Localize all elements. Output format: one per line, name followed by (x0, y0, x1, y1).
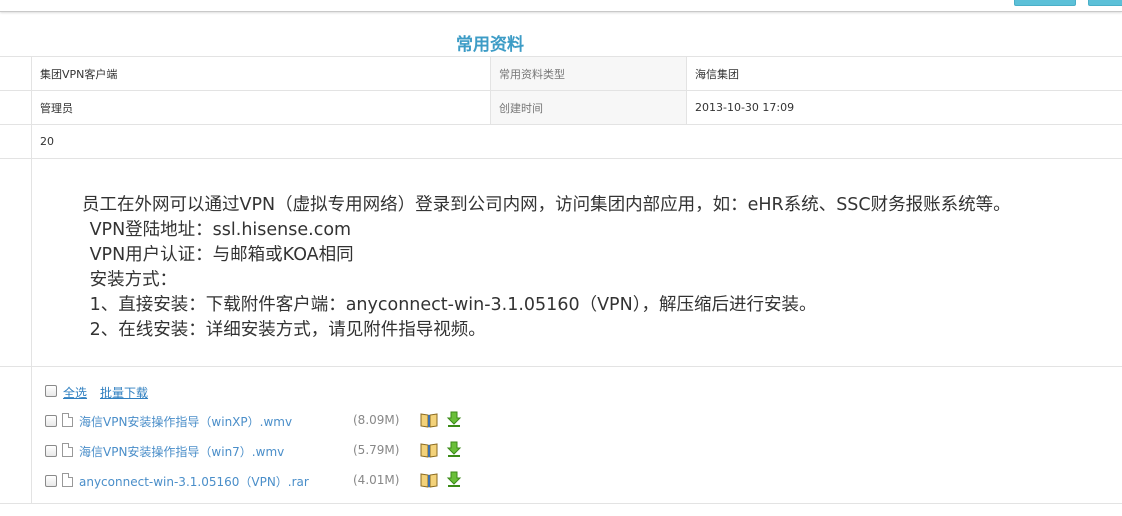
file-link[interactable]: 海信VPN安装操作指导（winXP）.wmv (79, 413, 292, 430)
file-checkbox[interactable] (45, 415, 57, 427)
preview-book-icon[interactable] (420, 442, 438, 462)
document-icon (62, 413, 73, 427)
creator-value: 管理员 (40, 101, 73, 115)
description-text: 员工在外网可以通过VPN（虚拟专用网络）登录到公司内网，访问集团内部应用，如：e… (82, 193, 1011, 343)
page-title: 常用资料 (456, 35, 524, 55)
info-row-3: 20 (0, 125, 1122, 159)
file-link[interactable]: 海信VPN安装操作指导（win7）.wmv (79, 443, 284, 460)
info-row-1: 集团VPN客户端 常用资料类型 海信集团 (0, 56, 1122, 91)
resource-type-value: 海信集团 (695, 67, 739, 81)
count-value: 20 (40, 135, 54, 148)
top-toolbar (0, 0, 1122, 12)
description-line: 1、直接安装：下载附件客户端：anyconnect-win-3.1.05160（… (84, 295, 817, 315)
toolbar-button-1[interactable] (1014, 0, 1076, 6)
info-row-2: 管理员 创建时间 2013-10-30 17:09 (0, 91, 1122, 125)
file-checkbox[interactable] (45, 445, 57, 457)
document-icon (62, 473, 73, 487)
file-size: (4.01M) (353, 473, 400, 487)
download-arrow-icon[interactable] (446, 411, 462, 431)
description-line: 安装方式： (84, 270, 178, 290)
preview-book-icon[interactable] (420, 472, 438, 492)
document-icon (62, 443, 73, 457)
select-all-link[interactable]: 全选 (63, 384, 87, 401)
file-size: (5.79M) (353, 443, 400, 457)
download-arrow-icon[interactable] (446, 471, 462, 491)
preview-book-icon[interactable] (420, 412, 438, 432)
toolbar-button-2[interactable] (1088, 0, 1122, 6)
description-line: VPN用户认证：与邮箱或KOA相同 (84, 245, 354, 265)
create-time-label: 创建时间 (490, 91, 687, 124)
file-checkbox[interactable] (45, 475, 57, 487)
description-line: 员工在外网可以通过VPN（虚拟专用网络）登录到公司内网，访问集团内部应用，如：e… (82, 195, 1011, 215)
select-all-checkbox[interactable] (45, 385, 57, 397)
resource-name: 集团VPN客户端 (40, 67, 118, 81)
description-line: 2、在线安装：详细安装方式，请见附件指导视频。 (84, 320, 486, 340)
file-link[interactable]: anyconnect-win-3.1.05160（VPN）.rar (79, 473, 309, 490)
file-size: (8.09M) (353, 413, 400, 427)
create-time-value: 2013-10-30 17:09 (695, 101, 795, 114)
description-line: VPN登陆地址：ssl.hisense.com (84, 220, 352, 240)
resource-type-label: 常用资料类型 (490, 57, 687, 90)
batch-download-link[interactable]: 批量下载 (100, 384, 148, 401)
download-arrow-icon[interactable] (446, 441, 462, 461)
